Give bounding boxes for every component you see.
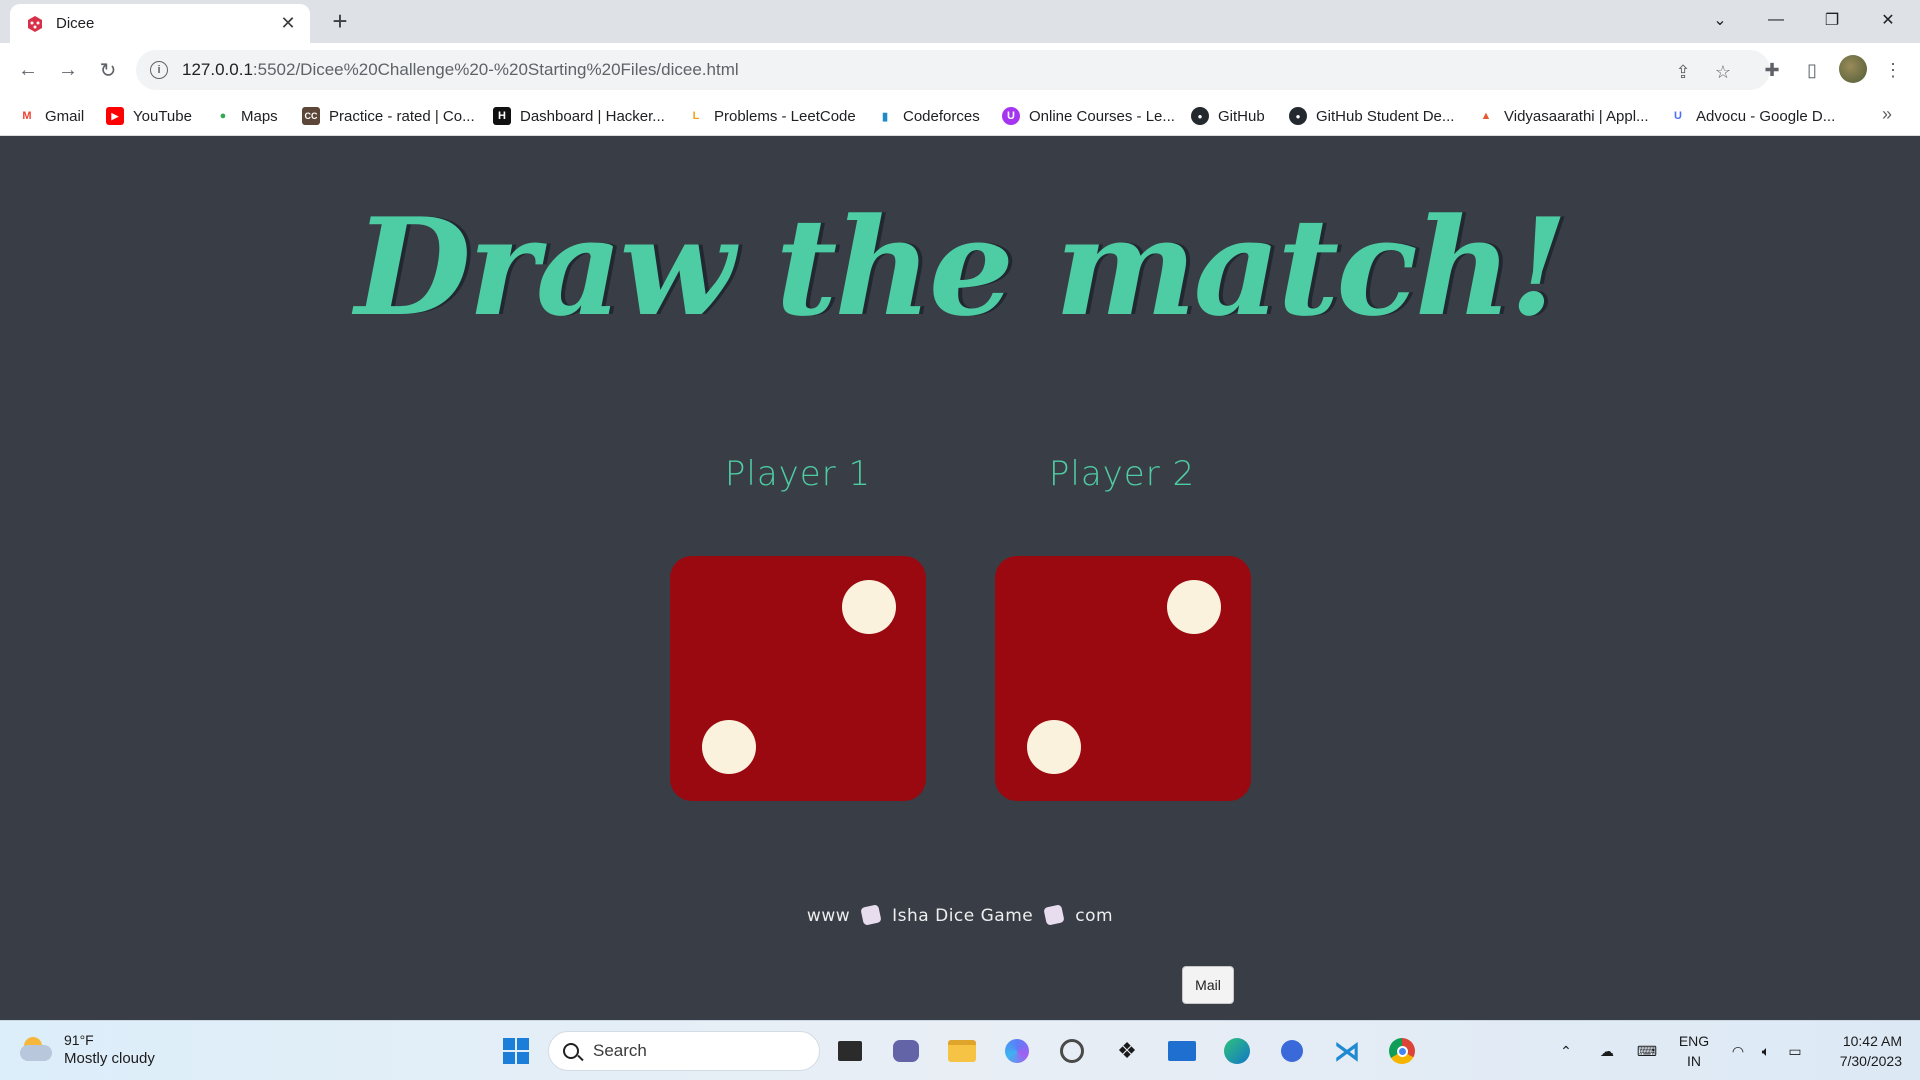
player-2-label: Player 2 [1048, 454, 1196, 494]
bookmark-leetcode[interactable]: L Problems - LeetCode [687, 96, 856, 136]
bookmark-maps[interactable]: ● Maps [214, 96, 278, 136]
codechef-icon: CC [302, 107, 320, 125]
site-info-icon[interactable]: i [150, 61, 168, 79]
tab-strip: Dicee ✕ + ⌄ — ❐ ✕ [0, 0, 1920, 43]
more-bookmarks-icon[interactable]: » [1882, 104, 1892, 125]
date: 7/30/2023 [1839, 1053, 1902, 1069]
player-2-die [995, 556, 1251, 801]
time: 10:42 AM [1842, 1033, 1902, 1049]
dice-icon [860, 904, 882, 926]
maps-icon: ● [214, 107, 232, 125]
bookmark-github-student[interactable]: ● GitHub Student De... [1289, 96, 1454, 136]
taskbar: 91°F Mostly cloudy Search ❖ ⋊ ⌃ ☁ ⌨ ENG … [0, 1020, 1920, 1080]
bookmark-star-icon[interactable]: ☆ [1712, 61, 1734, 83]
reload-button[interactable]: ↻ [93, 55, 123, 85]
url-text: 127.0.0.1:5502/Dicee%20Challenge%20-%20S… [182, 60, 739, 79]
teams-chat-icon[interactable] [888, 1033, 924, 1069]
close-window-button[interactable]: ✕ [1860, 0, 1916, 40]
battery-icon[interactable]: ▭ [1782, 1021, 1808, 1080]
bookmark-vidyasaarathi[interactable]: ▲ Vidyasaarathi | Appl... [1477, 96, 1649, 136]
tab-search-icon[interactable]: ⌄ [1692, 0, 1748, 40]
share-icon[interactable]: ⇪ [1672, 61, 1694, 83]
address-bar[interactable]: i 127.0.0.1:5502/Dicee%20Challenge%20-%2… [136, 50, 1770, 90]
mail-tooltip: Mail [1182, 966, 1234, 1004]
die-pip [1167, 580, 1221, 634]
bookmark-advocu[interactable]: U Advocu - Google D... [1669, 96, 1835, 136]
volume-icon[interactable]: 🔈︎ [1754, 1021, 1778, 1080]
weather-icon [20, 1037, 54, 1063]
youtube-icon: ▶ [106, 107, 124, 125]
browser-toolbar: ← → ↻ i 127.0.0.1:5502/Dicee%20Challenge… [0, 43, 1920, 96]
restore-button[interactable]: ❐ [1804, 0, 1860, 40]
bookmark-udemy[interactable]: U Online Courses - Le... [1002, 96, 1175, 136]
hackerrank-icon: H [493, 107, 511, 125]
bookmark-codechef[interactable]: CC Practice - rated | Co... [302, 96, 475, 136]
start-icon[interactable] [498, 1033, 534, 1069]
copilot-icon[interactable] [999, 1033, 1035, 1069]
gmail-icon: M [18, 107, 36, 125]
die-pip [702, 720, 756, 774]
github-icon: ● [1191, 107, 1209, 125]
weather-widget[interactable]: 91°F Mostly cloudy [20, 1031, 155, 1069]
bookmark-gmail[interactable]: M Gmail [18, 96, 84, 136]
close-tab-icon[interactable]: ✕ [278, 13, 298, 34]
bookmark-youtube[interactable]: ▶ YouTube [106, 96, 192, 136]
player-1-die [670, 556, 926, 801]
search-icon [563, 1043, 579, 1059]
menu-icon[interactable]: ⋮ [1878, 55, 1908, 85]
wifi-icon[interactable]: ◠ [1726, 1021, 1750, 1080]
language-indicator[interactable]: ENG IN [1676, 1031, 1712, 1071]
app-icon-2[interactable] [1274, 1033, 1310, 1069]
app-icon[interactable] [1054, 1033, 1090, 1069]
minimize-button[interactable]: — [1748, 0, 1804, 40]
page-content: Draw the match! Player 1 Player 2 www Ish… [0, 136, 1920, 1020]
die-pip [842, 580, 896, 634]
bookmark-github[interactable]: ● GitHub [1191, 96, 1265, 136]
die-pip [1027, 720, 1081, 774]
dice-icon [1043, 904, 1065, 926]
footer: www Isha Dice Game com [0, 904, 1920, 926]
footer-com: com [1075, 906, 1114, 926]
udemy-icon: U [1002, 107, 1020, 125]
leetcode-icon: L [687, 107, 705, 125]
dropbox-icon[interactable]: ❖ [1109, 1033, 1145, 1069]
clock[interactable]: 10:42 AM 7/30/2023 [1820, 1031, 1902, 1071]
dice-favicon-icon [28, 15, 42, 32]
footer-www: www [806, 906, 851, 926]
temperature: 91°F [64, 1032, 94, 1048]
new-tab-button[interactable]: + [326, 8, 354, 34]
forward-button[interactable]: → [53, 55, 83, 85]
search-placeholder: Search [593, 1041, 647, 1060]
vscode-icon[interactable]: ⋊ [1329, 1033, 1365, 1069]
advocu-icon: U [1669, 107, 1687, 125]
keyboard-icon[interactable]: ⌨ [1634, 1021, 1660, 1080]
side-panel-icon[interactable]: ▯ [1797, 55, 1827, 85]
bookmarks-bar: M Gmail ▶ YouTube ● Maps CC Practice - rated… [0, 96, 1920, 136]
chrome-icon[interactable] [1384, 1033, 1420, 1069]
github-icon: ● [1289, 107, 1307, 125]
player-1-label: Player 1 [724, 454, 872, 494]
profile-avatar[interactable] [1839, 55, 1867, 83]
tab-title: Dicee [56, 15, 95, 32]
edge-icon[interactable] [1219, 1033, 1255, 1069]
bookmark-codeforces[interactable]: ▮ Codeforces [876, 96, 980, 136]
extensions-icon[interactable]: ✚ [1757, 55, 1787, 85]
mail-icon[interactable] [1164, 1033, 1200, 1069]
show-hidden-icons[interactable]: ⌃ [1554, 1021, 1578, 1080]
bookmark-hackerrank[interactable]: H Dashboard | Hacker... [493, 96, 665, 136]
file-explorer-icon[interactable] [944, 1033, 980, 1069]
weather-description: Mostly cloudy [64, 1050, 155, 1067]
back-button[interactable]: ← [13, 55, 43, 85]
onedrive-icon[interactable]: ☁ [1594, 1021, 1620, 1080]
vidyasaarathi-icon: ▲ [1477, 107, 1495, 125]
page-title: Draw the match! [354, 188, 1568, 346]
footer-site-name: Isha Dice Game [892, 906, 1034, 926]
codeforces-icon: ▮ [876, 107, 894, 125]
taskbar-search[interactable]: Search [548, 1031, 820, 1071]
browser-tab[interactable]: Dicee ✕ [10, 4, 310, 43]
task-view-icon[interactable] [832, 1033, 868, 1069]
